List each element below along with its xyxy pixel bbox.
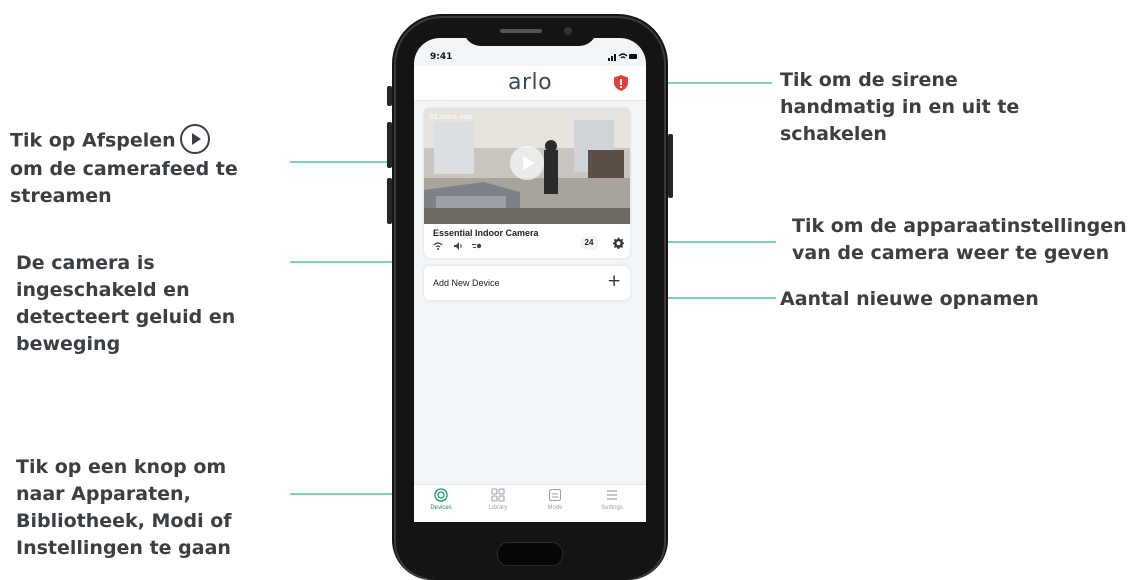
- gear-icon: [613, 237, 624, 249]
- annotation-nav-line2: naar Apparaten,: [16, 483, 191, 505]
- siren-button[interactable]: [612, 74, 630, 92]
- recording-count-badge[interactable]: 24: [580, 236, 598, 250]
- front-camera: [564, 27, 572, 35]
- annotation-play-line1: Tik op Afspelen: [10, 129, 176, 152]
- annotation-siren: Tik om de sirene handmatig in en uit te …: [780, 67, 1019, 148]
- motion-detection-icon: [472, 243, 482, 249]
- annotation-play: Tik op Afspelen om de camerafeed te stre…: [10, 124, 238, 210]
- annotation-camera-status: De camera is ingeschakeld en detecteert …: [16, 250, 235, 358]
- annotation-recordings: Aantal nieuwe opnamen: [780, 286, 1039, 313]
- annotation-siren-line1: Tik om de sirene: [780, 69, 958, 91]
- annotation-play-line2: om de camerafeed te: [10, 158, 238, 180]
- camera-status-icons: [433, 242, 482, 252]
- annotation-nav-line3: Bibliotheek, Modi of: [16, 510, 232, 532]
- annotation-siren-line2: handmatig in en uit te: [780, 96, 1020, 118]
- annotation-status-line1: De camera is: [16, 252, 155, 274]
- nav-label-library: Library: [488, 505, 508, 511]
- nav-label-settings: Settings: [601, 505, 623, 511]
- plus-icon[interactable]: +: [607, 271, 621, 291]
- siren-icon: [614, 75, 628, 91]
- play-circle-icon: [179, 124, 210, 154]
- annotation-recordings-line1: Aantal nieuwe opnamen: [780, 288, 1039, 310]
- nav-item-mode[interactable]: Mode: [533, 488, 577, 511]
- annotation-settings-line2: van de camera weer te geven: [792, 242, 1110, 264]
- time-ago-label: 32 mins ago: [429, 113, 473, 121]
- status-time: 9:41: [430, 52, 453, 62]
- audio-detection-icon: [453, 242, 462, 250]
- annotation-status-line2: ingeschakeld en: [16, 279, 190, 301]
- mode-icon: [549, 489, 561, 501]
- phone-speaker: [500, 29, 542, 33]
- add-device-card[interactable]: Add New Device +: [424, 266, 630, 300]
- settings-icon: [607, 490, 617, 500]
- camera-card[interactable]: 32 mins ago Essential Indoor Camera 24: [424, 108, 630, 258]
- add-device-label: Add New Device: [433, 278, 500, 288]
- annotation-status-line3: detecteert geluid en: [16, 306, 236, 328]
- annotation-nav-line4: Instellingen te gaan: [16, 537, 231, 559]
- camera-settings-button[interactable]: [611, 235, 625, 249]
- nav-item-settings[interactable]: Settings: [590, 488, 634, 511]
- annotation-settings-line1: Tik om de apparaatinstellingen: [792, 215, 1127, 237]
- library-icon: [491, 488, 505, 502]
- nav-label-mode: Mode: [547, 505, 563, 511]
- annotation-siren-line3: schakelen: [780, 123, 887, 145]
- arlo-logo: arlo: [508, 70, 553, 95]
- annotation-settings: Tik om de apparaatinstellingen van de ca…: [792, 213, 1127, 267]
- wifi-icon: [433, 242, 443, 250]
- annotation-nav-line1: Tik op een knop om: [16, 456, 227, 478]
- play-icon: [523, 156, 535, 170]
- camera-name: Essential Indoor Camera: [433, 228, 539, 238]
- nav-label-devices: Devices: [430, 505, 452, 511]
- annotation-status-line4: beweging: [16, 333, 121, 355]
- nav-item-devices[interactable]: Devices: [419, 488, 463, 511]
- annotation-play-line3: streamen: [10, 185, 112, 207]
- status-icons: [608, 52, 638, 64]
- annotation-nav: Tik op een knop om naar Apparaten, Bibli…: [16, 454, 232, 562]
- devices-icon: [434, 488, 448, 502]
- home-button[interactable]: [497, 542, 563, 566]
- nav-item-library[interactable]: Library: [476, 488, 520, 511]
- phone-notch: [463, 20, 597, 46]
- play-button[interactable]: [510, 146, 544, 180]
- signal-icon: [608, 53, 637, 61]
- phone-power-button: [668, 134, 673, 198]
